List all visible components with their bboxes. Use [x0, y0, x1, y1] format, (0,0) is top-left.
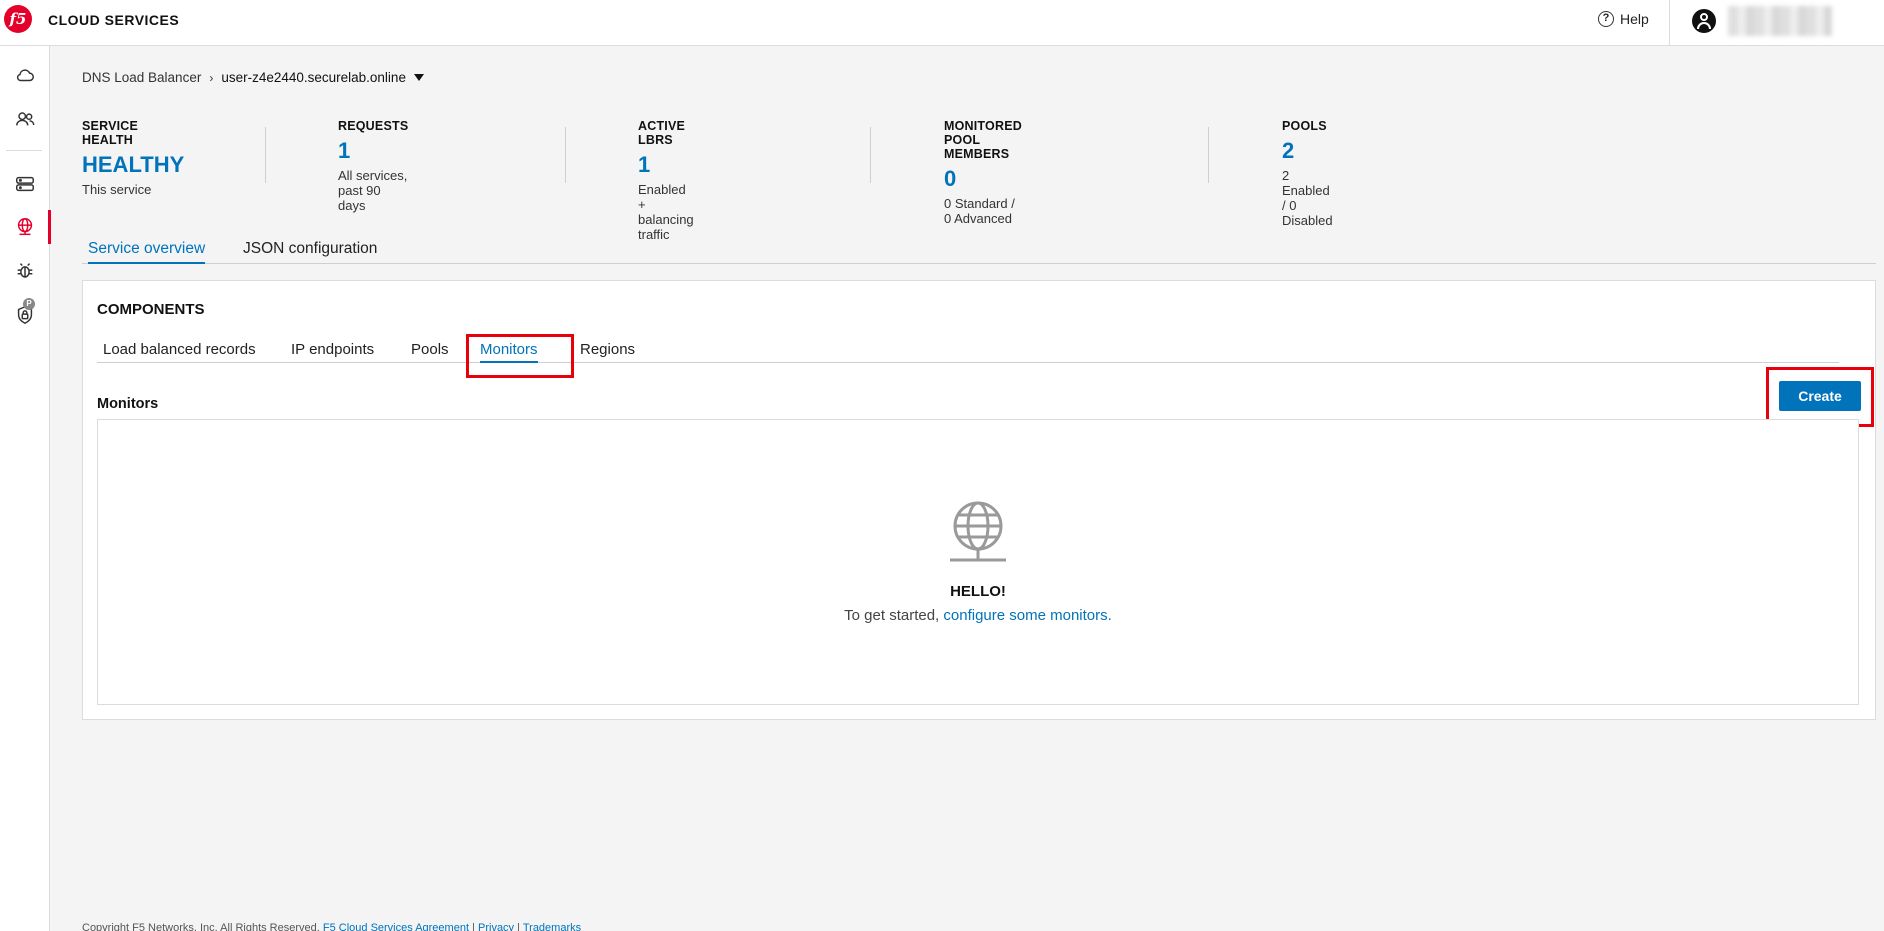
nav-protection-icon[interactable]: P: [0, 298, 50, 332]
top-bar: f5 CLOUD SERVICES ? Help: [0, 0, 1884, 46]
stat-label: REQUESTS: [338, 119, 409, 133]
breadcrumb-dns-load-balancer[interactable]: DNS Load Balancer: [82, 70, 201, 85]
stat-monitored-pool-members: MONITORED POOL MEMBERS 0 0 Standard / 0 …: [944, 119, 1022, 226]
help-button[interactable]: ? Help: [1598, 11, 1649, 27]
tab-service-overview[interactable]: Service overview: [88, 240, 206, 264]
caret-down-icon: [413, 74, 424, 81]
stat-sub: 0 Standard / 0 Advanced: [944, 196, 1015, 226]
components-card: COMPONENTS Load balanced records IP endp…: [82, 280, 1876, 720]
left-nav: P: [0, 46, 51, 931]
empty-state-text: To get started, configure some monitors.: [98, 607, 1858, 624]
footer-link-trademarks[interactable]: Trademarks: [523, 922, 581, 931]
stat-value: 2: [1282, 138, 1295, 163]
stat-value: 1: [638, 152, 651, 177]
service-name: user-z4e2440.securelab.online: [221, 70, 406, 85]
user-name-blurred[interactable]: [1728, 6, 1832, 36]
chevron-right-icon: ›: [209, 70, 214, 85]
stat-value: 0: [944, 166, 957, 191]
stat-pools: POOLS 2 2 Enabled / 0 Disabled: [1282, 119, 1333, 228]
stat-divider: [565, 127, 566, 183]
stat-label: MONITORED POOL MEMBERS: [944, 119, 1022, 161]
globe-stand-icon: [950, 501, 1006, 562]
stat-divider: [870, 127, 871, 183]
tab-load-balanced-records[interactable]: Load balanced records: [103, 341, 256, 363]
f5-logo[interactable]: f5: [4, 5, 32, 33]
breadcrumb: DNS Load Balancer › user-z4e2440.securel…: [82, 70, 424, 85]
stat-value: HEALTHY: [82, 152, 185, 177]
nav-dns-globe-icon[interactable]: [0, 210, 51, 244]
footer-link-privacy[interactable]: Privacy: [478, 922, 514, 931]
component-tabs: Load balanced records IP endpoints Pools…: [97, 335, 1839, 363]
monitors-section-title: Monitors: [97, 396, 159, 412]
stat-value: 1: [338, 138, 351, 163]
question-circle-icon: ?: [1598, 11, 1614, 27]
empty-state-prompt: To get started,: [844, 607, 940, 624]
stat-label: SERVICE HEALTH: [82, 119, 139, 147]
nav-active-indicator: [48, 210, 51, 244]
stat-sub: 2 Enabled / 0 Disabled: [1282, 168, 1333, 228]
tab-json-configuration[interactable]: JSON configuration: [243, 240, 377, 264]
tab-regions[interactable]: Regions: [580, 341, 635, 363]
components-title: COMPONENTS: [97, 301, 205, 318]
tab-ip-endpoints[interactable]: IP endpoints: [291, 341, 374, 363]
stat-divider: [1208, 127, 1209, 183]
nav-cloud-icon[interactable]: [0, 58, 50, 92]
topbar-divider: [1669, 0, 1670, 46]
stat-service-health: SERVICE HEALTH HEALTHY This service: [82, 119, 185, 197]
nav-servers-icon[interactable]: [0, 167, 50, 201]
service-selector-dropdown[interactable]: user-z4e2440.securelab.online: [221, 70, 424, 85]
empty-state-title: HELLO!: [950, 583, 1006, 600]
stat-sub: All services, past 90 days: [338, 168, 408, 213]
user-avatar-icon[interactable]: [1692, 9, 1716, 33]
help-label: Help: [1620, 11, 1649, 27]
stat-label: ACTIVE LBRS: [638, 119, 686, 147]
nav-users-icon[interactable]: [0, 102, 50, 136]
footer-copyright: Copyright F5 Networks, Inc. All Rights R…: [82, 922, 320, 931]
create-button-highlight: [1766, 367, 1874, 427]
configure-monitors-link[interactable]: configure some monitors.: [943, 607, 1111, 624]
monitors-tab-highlight: [466, 334, 574, 378]
stat-active-lbrs: ACTIVE LBRS 1 Enabled + balancing traffi…: [638, 119, 694, 242]
stat-sub: This service: [82, 182, 152, 197]
app-brand-title: CLOUD SERVICES: [48, 12, 180, 28]
stat-divider: [265, 127, 266, 183]
premium-badge: P: [23, 298, 35, 310]
stat-requests: REQUESTS 1 All services, past 90 days: [338, 119, 409, 213]
stat-label: POOLS: [1282, 119, 1327, 133]
monitors-empty-state: HELLO! To get started, configure some mo…: [97, 419, 1859, 705]
footer: Copyright F5 Networks, Inc. All Rights R…: [82, 922, 581, 931]
footer-link-agreement[interactable]: F5 Cloud Services Agreement: [323, 922, 469, 931]
nav-separator: [6, 150, 42, 151]
tab-pools[interactable]: Pools: [411, 341, 449, 363]
nav-bug-shield-icon[interactable]: [0, 254, 50, 288]
main-tabs: Service overview JSON configuration: [82, 232, 1876, 264]
